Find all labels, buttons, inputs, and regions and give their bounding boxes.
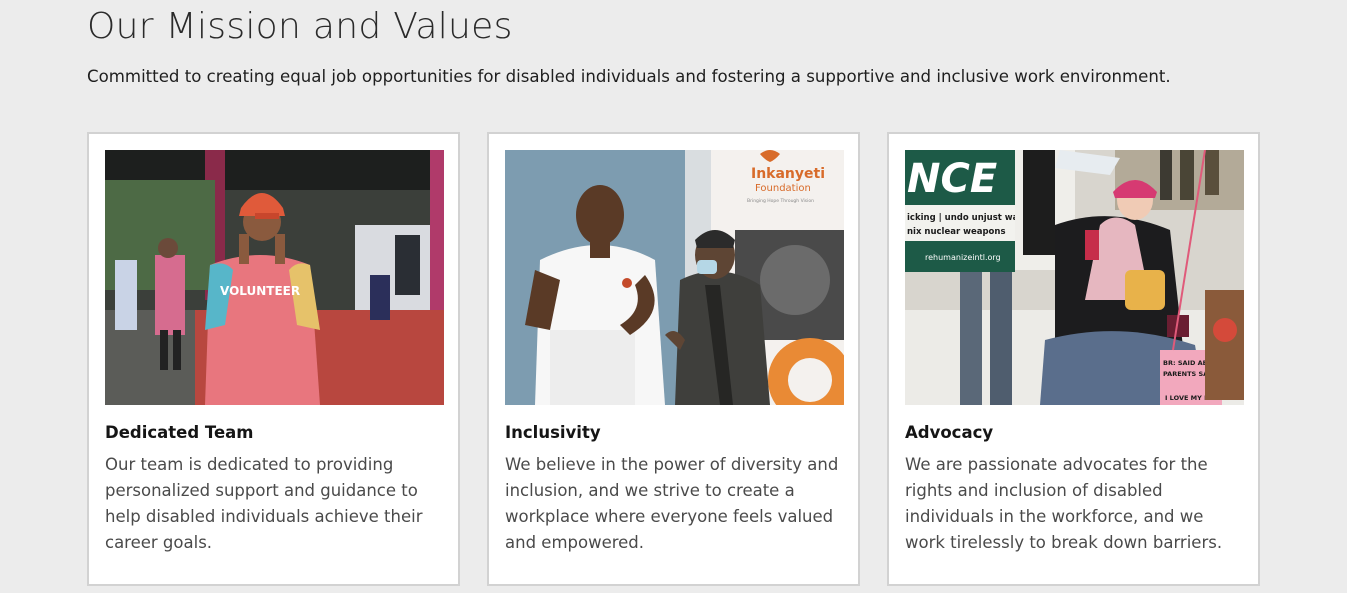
card-title: Advocacy (905, 423, 994, 442)
shirt-text: VOLUNTEER (220, 284, 300, 298)
card-description: We are passionate advocates for the righ… (905, 455, 1223, 552)
card-description: Our team is dedicated to providing perso… (105, 455, 423, 552)
banner-line-1: icking | undo unjust war (907, 213, 1023, 223)
value-card-advocacy: NCE icking | undo unjust war nix nuclear… (887, 132, 1260, 586)
banner-title: Inkanyeti (751, 166, 825, 182)
section-subtitle: Committed to creating equal job opportun… (87, 67, 1171, 86)
value-card-dedicated-team: VOLUNTEER Dedicated Team Our team is ded… (87, 132, 460, 586)
volunteer-photo: VOLUNTEER (105, 150, 444, 405)
banner-tagline: Bringing Hope Through Vision (747, 198, 814, 204)
banner-line-2: nix nuclear weapons (907, 227, 1006, 237)
card-title: Dedicated Team (105, 423, 254, 442)
foundation-event-photo: Inkanyeti Foundation Bringing Hope Throu… (505, 150, 844, 405)
rally-photo: NCE icking | undo unjust war nix nuclear… (905, 150, 1244, 405)
banner-subtitle: Foundation (755, 183, 811, 194)
banner-url: rehumanizeintl.org (925, 253, 1001, 262)
section-title: Our Mission and Values (87, 6, 513, 47)
mission-values-section: Our Mission and Values Committed to crea… (0, 0, 1347, 593)
value-card-inclusivity: Inkanyeti Foundation Bringing Hope Throu… (487, 132, 860, 586)
card-title: Inclusivity (505, 423, 601, 442)
card-description: We believe in the power of diversity and… (505, 455, 839, 552)
banner-big-text: NCE (907, 156, 997, 202)
